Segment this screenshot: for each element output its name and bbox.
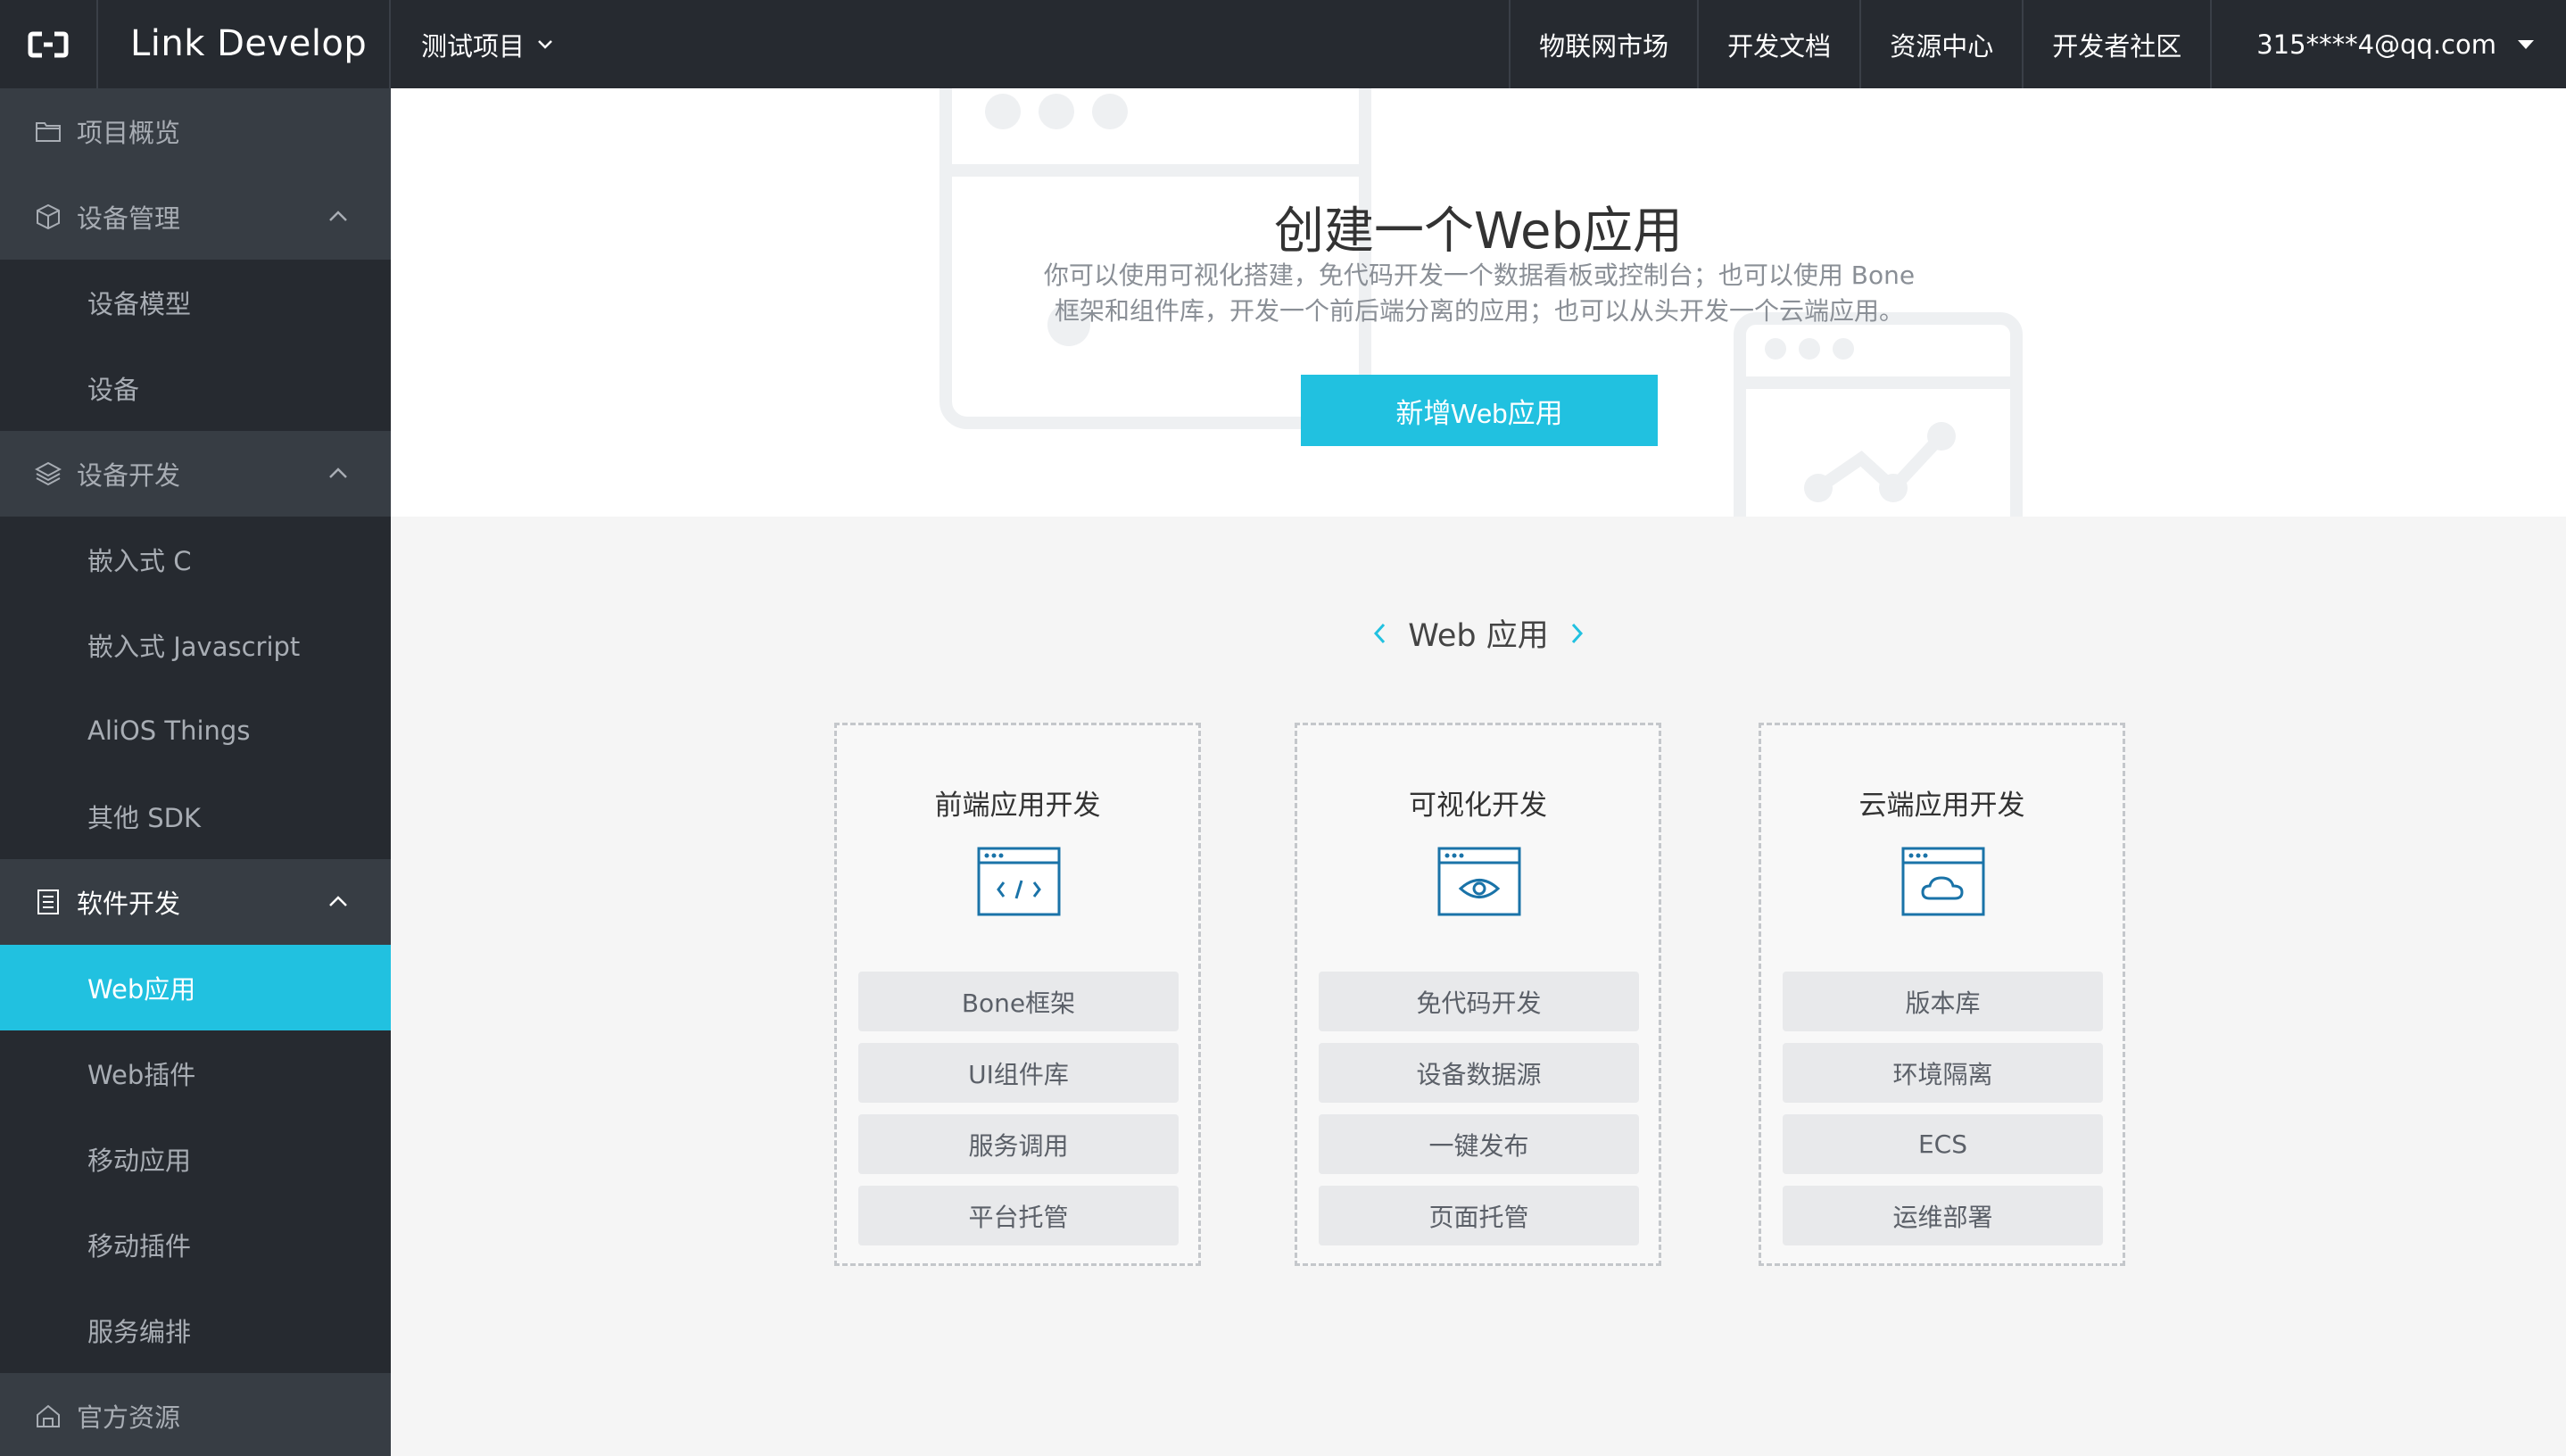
hero-description-line: 框架和组件库，开发一个前后端分离的应用；也可以从头开发一个云端应用。 xyxy=(1054,296,1904,326)
sidebar-item-label: 官方资源 xyxy=(77,1402,181,1433)
sidebar-item-mobile-plugin[interactable]: 移动插件 xyxy=(0,1202,391,1287)
card-cloud-app[interactable]: 云端应用开发 版本库 环境隔离 ECS 运维部署 xyxy=(1759,723,2125,1266)
sidebar-item-label: AliOS Things xyxy=(87,716,251,746)
sidebar-item-embedded-c[interactable]: 嵌入式 C xyxy=(0,517,391,602)
nav-iot-market[interactable]: 物联网市场 xyxy=(1509,0,1697,88)
sidebar-item-label: 其他 SDK xyxy=(87,803,201,833)
sidebar-group-label: 软件开发 xyxy=(77,889,181,919)
hero-banner: 创建一个Web应用 你可以使用可视化搭建，免代码开发一个数据看板或控制台；也可以… xyxy=(391,88,2566,517)
chevron-up-icon xyxy=(329,896,347,906)
user-menu[interactable]: 315****4@qq.com xyxy=(2210,0,2566,88)
next-arrow-icon[interactable] xyxy=(1570,622,1585,645)
top-nav: 物联网市场 开发文档 资源中心 开发者社区 315****4@qq.com xyxy=(1509,0,2566,88)
sidebar: 项目概览 设备管理 设备模型 设备 设备开发 嵌入式 C 嵌入式 Javascr… xyxy=(0,88,391,1456)
sidebar-group-label: 设备开发 xyxy=(77,460,181,491)
sidebar-item-service-orchestration[interactable]: 服务编排 xyxy=(0,1287,391,1373)
hero-title: 创建一个Web应用 xyxy=(1273,203,1684,261)
sidebar-item-label: 服务编排 xyxy=(87,1317,192,1347)
tag-item[interactable]: 平台托管 xyxy=(858,1186,1179,1245)
tag-item[interactable]: Bone框架 xyxy=(858,972,1179,1031)
cloud-window-icon xyxy=(1901,847,1985,916)
sidebar-item-overview[interactable]: 项目概览 xyxy=(0,88,391,174)
add-web-app-button[interactable]: 新增Web应用 xyxy=(1301,375,1658,446)
card-visual-dev[interactable]: 可视化开发 免代码开发 设备数据源 一键发布 页面托管 xyxy=(1295,723,1661,1266)
hero-description-line: 你可以使用可视化搭建，免代码开发一个数据看板或控制台；也可以使用 Bone xyxy=(1043,261,1916,290)
sidebar-group-label: 设备管理 xyxy=(77,203,181,234)
sidebar-item-label: Web插件 xyxy=(87,1060,196,1090)
home-icon xyxy=(34,1402,62,1430)
sidebar-item-web-plugin[interactable]: Web插件 xyxy=(0,1030,391,1116)
code-window-icon xyxy=(977,847,1061,916)
project-switcher[interactable]: 测试项目 xyxy=(389,0,553,88)
sidebar-item-official-resources[interactable]: 官方资源 xyxy=(0,1373,391,1456)
sidebar-item-label: 项目概览 xyxy=(77,118,181,148)
sidebar-item-mobile-app[interactable]: 移动应用 xyxy=(0,1116,391,1202)
main-content: 创建一个Web应用 你可以使用可视化搭建，免代码开发一个数据看板或控制台；也可以… xyxy=(391,88,2566,1456)
sidebar-item-label: 嵌入式 C xyxy=(87,546,192,576)
tag-list: 版本库 环境隔离 ECS 运维部署 xyxy=(1783,972,2103,1257)
link-develop-logo-icon xyxy=(28,31,69,57)
section-header: Web 应用 xyxy=(391,610,2566,656)
nav-dev-community[interactable]: 开发者社区 xyxy=(2022,0,2210,88)
nav-resource-center[interactable]: 资源中心 xyxy=(1859,0,2022,88)
sidebar-item-device[interactable]: 设备 xyxy=(0,345,391,431)
tag-item[interactable]: 免代码开发 xyxy=(1319,972,1639,1031)
prev-arrow-icon[interactable] xyxy=(1372,622,1386,645)
tag-item[interactable]: 运维部署 xyxy=(1783,1186,2103,1245)
sidebar-item-label: 嵌入式 Javascript xyxy=(87,632,301,662)
top-bar: Link Develop 测试项目 物联网市场 开发文档 资源中心 开发者社区 … xyxy=(0,0,2566,88)
chevron-down-icon xyxy=(538,39,552,49)
eye-window-icon xyxy=(1437,847,1521,916)
section-title: Web 应用 xyxy=(1408,618,1549,654)
sidebar-item-label: Web应用 xyxy=(87,974,196,1005)
sidebar-item-alios-things[interactable]: AliOS Things xyxy=(0,688,391,774)
chevron-up-icon xyxy=(329,467,347,478)
tag-item[interactable]: 设备数据源 xyxy=(1319,1043,1639,1103)
chevron-up-icon xyxy=(329,211,347,221)
tag-item[interactable]: 页面托管 xyxy=(1319,1186,1639,1245)
tag-item[interactable]: 一键发布 xyxy=(1319,1114,1639,1174)
project-name: 测试项目 xyxy=(421,30,526,62)
sidebar-group-device-mgmt[interactable]: 设备管理 xyxy=(0,174,391,260)
tag-list: 免代码开发 设备数据源 一键发布 页面托管 xyxy=(1319,972,1639,1257)
sidebar-item-device-model[interactable]: 设备模型 xyxy=(0,260,391,345)
tag-item[interactable]: 版本库 xyxy=(1783,972,2103,1031)
tag-item[interactable]: ECS xyxy=(1783,1114,2103,1174)
tag-item[interactable]: 环境隔离 xyxy=(1783,1043,2103,1103)
sidebar-item-label: 移动应用 xyxy=(87,1146,192,1176)
cube-icon xyxy=(34,203,62,231)
logo[interactable] xyxy=(0,0,98,88)
sidebar-group-device-dev[interactable]: 设备开发 xyxy=(0,431,391,517)
card-title: 可视化开发 xyxy=(1409,790,1547,822)
tag-item[interactable]: UI组件库 xyxy=(858,1043,1179,1103)
sidebar-item-web-app[interactable]: Web应用 xyxy=(0,945,391,1030)
sidebar-item-label: 设备模型 xyxy=(87,289,192,319)
user-email: 315****4@qq.com xyxy=(2256,29,2496,60)
sidebar-item-other-sdk[interactable]: 其他 SDK xyxy=(0,774,391,859)
nav-dev-docs[interactable]: 开发文档 xyxy=(1697,0,1859,88)
caret-down-icon xyxy=(2518,39,2534,49)
sidebar-item-label: 设备 xyxy=(87,375,140,405)
brand-name[interactable]: Link Develop xyxy=(130,0,367,88)
tag-list: Bone框架 UI组件库 服务调用 平台托管 xyxy=(858,972,1179,1257)
sidebar-item-label: 移动插件 xyxy=(87,1231,192,1262)
list-doc-icon xyxy=(34,888,62,916)
sidebar-item-embedded-js[interactable]: 嵌入式 Javascript xyxy=(0,602,391,688)
card-title: 前端应用开发 xyxy=(934,790,1101,822)
sidebar-group-software-dev[interactable]: 软件开发 xyxy=(0,859,391,945)
card-frontend-app[interactable]: 前端应用开发 Bone框架 UI组件库 服务调用 平台托管 xyxy=(834,723,1201,1266)
card-title: 云端应用开发 xyxy=(1858,790,2025,822)
folder-icon xyxy=(34,117,62,145)
layers-icon xyxy=(34,459,62,488)
tag-item[interactable]: 服务调用 xyxy=(858,1114,1179,1174)
hero-description: 你可以使用可视化搭建，免代码开发一个数据看板或控制台；也可以使用 Bone 框架… xyxy=(1042,258,1916,329)
